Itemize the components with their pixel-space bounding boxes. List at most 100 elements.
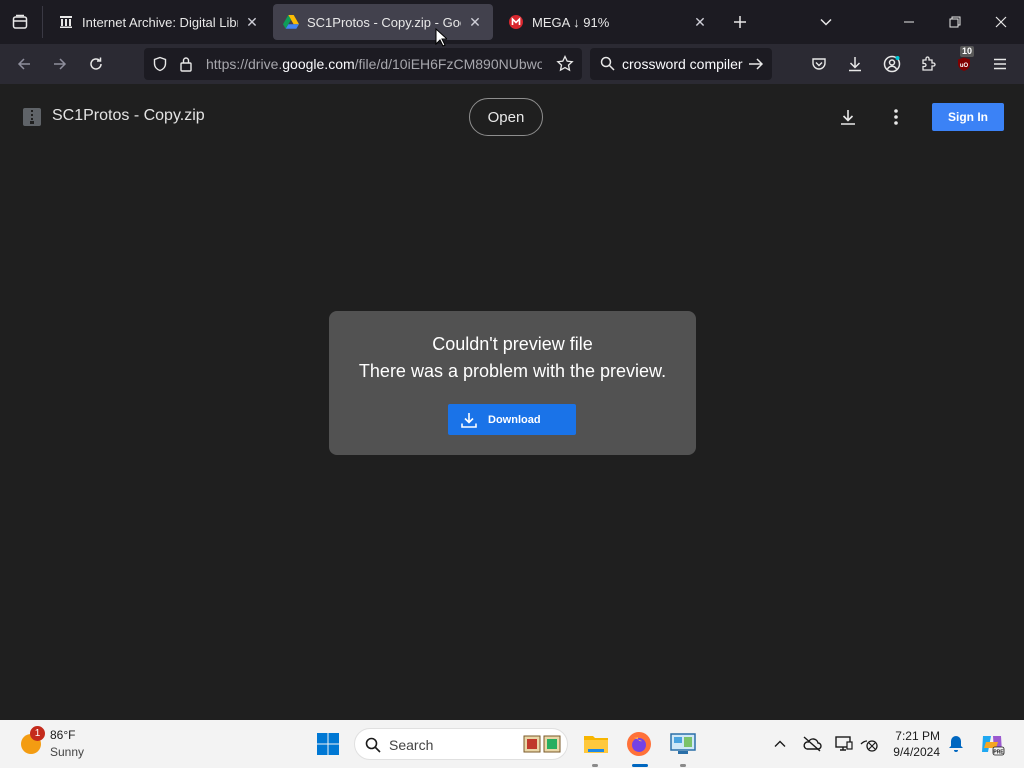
pocket-button[interactable] xyxy=(807,52,831,76)
url-path: /file/d/10iEH6FzCM890NUbwo xyxy=(354,56,542,72)
go-arrow-icon[interactable] xyxy=(748,56,764,77)
taskbar-search[interactable]: Search xyxy=(354,728,568,760)
preview-error-card: Couldn't preview file There was a proble… xyxy=(329,311,696,455)
more-vert-icon xyxy=(894,109,898,125)
windows-taskbar: 1 86°F Sunny Search 7:21 PM 9/4/2024 PRE xyxy=(0,720,1024,768)
notifications-button[interactable] xyxy=(940,728,972,760)
archive-icon xyxy=(58,14,74,30)
bell-icon xyxy=(949,736,963,752)
reload-icon xyxy=(90,57,102,70)
plus-icon xyxy=(734,16,746,28)
search-highlight-icon xyxy=(523,734,563,759)
archive-file-icon xyxy=(22,107,42,132)
search-input[interactable]: crossword compiler xyxy=(622,56,743,72)
restore-button[interactable] xyxy=(932,0,978,44)
firefox-view-icon xyxy=(12,14,28,29)
extensions-button[interactable] xyxy=(916,52,940,76)
downloads-button[interactable] xyxy=(843,52,867,76)
account-icon xyxy=(883,55,901,73)
minimize-button[interactable] xyxy=(886,0,932,44)
url-prefix: https://drive. xyxy=(206,56,283,72)
app-active-indicator xyxy=(632,764,648,767)
svg-text:uO: uO xyxy=(960,63,969,69)
tracking-protection-icon[interactable] xyxy=(152,56,168,77)
sign-in-button[interactable]: Sign In xyxy=(932,103,1004,131)
download-label: Download xyxy=(488,413,541,426)
folder-icon xyxy=(584,736,608,753)
close-window-button[interactable] xyxy=(978,0,1024,44)
arrow-left-icon xyxy=(17,58,30,70)
tab-internet-archive[interactable]: Internet Archive: Digital Library ✕ xyxy=(48,4,270,40)
puzzle-icon xyxy=(922,56,936,71)
network-tray-button[interactable] xyxy=(853,728,885,760)
app-running-indicator xyxy=(592,764,598,767)
cloud-off-icon xyxy=(803,736,822,752)
url-domain: google.com xyxy=(282,56,355,72)
svg-text:PRE: PRE xyxy=(993,750,1004,756)
show-hidden-icons-button[interactable] xyxy=(764,728,796,760)
lock-icon[interactable] xyxy=(179,56,193,77)
ublock-shield-icon: uO xyxy=(958,57,970,71)
firefox-view-button[interactable] xyxy=(6,8,34,36)
extension-badge: 10 xyxy=(960,46,975,57)
back-button[interactable] xyxy=(12,52,36,76)
url-text: https://drive.google.com/file/d/10iEH6Fz… xyxy=(206,56,542,72)
copilot-button[interactable]: PRE xyxy=(976,728,1008,760)
file-name: SC1Protos - Copy.zip xyxy=(52,107,205,124)
tab-separator xyxy=(42,6,43,38)
download-icon xyxy=(460,411,478,429)
close-tab-icon[interactable]: ✕ xyxy=(244,14,260,30)
mega-icon xyxy=(508,14,524,30)
search-bar[interactable]: crossword compiler xyxy=(590,48,772,80)
arrow-right-icon xyxy=(54,58,67,70)
hamburger-menu-icon xyxy=(994,58,1006,70)
open-button[interactable]: Open xyxy=(469,98,543,136)
forward-button[interactable] xyxy=(48,52,72,76)
account-button[interactable] xyxy=(880,52,904,76)
tab-mega[interactable]: MEGA ↓ 91% ✕ xyxy=(498,4,718,40)
taskbar-app[interactable] xyxy=(667,728,699,760)
weather-condition: Sunny xyxy=(50,745,85,759)
weather-badge: 1 xyxy=(30,726,45,741)
close-tab-icon[interactable]: ✕ xyxy=(692,14,708,30)
tab-strip: Internet Archive: Digital Library ✕ SC1P… xyxy=(0,0,1024,44)
app-menu-button[interactable] xyxy=(988,52,1012,76)
error-title: Couldn't preview file xyxy=(432,334,593,354)
start-button[interactable] xyxy=(312,728,344,760)
clock-time: 7:21 PM xyxy=(895,729,940,743)
list-all-tabs-button[interactable] xyxy=(814,10,838,34)
url-bar[interactable]: https://drive.google.com/file/d/10iEH6Fz… xyxy=(144,48,582,80)
onedrive-tray-button[interactable] xyxy=(796,728,828,760)
search-label: Search xyxy=(389,737,434,753)
monitor-icon xyxy=(835,736,853,751)
network-globe-icon xyxy=(860,740,878,752)
download-icon xyxy=(841,110,855,125)
navigation-toolbar: https://drive.google.com/file/d/10iEH6Fz… xyxy=(0,44,1024,84)
download-button[interactable] xyxy=(836,105,860,129)
taskbar-firefox[interactable] xyxy=(623,728,655,760)
new-tab-button[interactable] xyxy=(728,10,752,34)
monitor-app-icon xyxy=(670,733,696,754)
download-file-button[interactable]: Download xyxy=(448,404,576,435)
clock-date: 9/4/2024 xyxy=(893,745,940,759)
close-icon xyxy=(995,16,1007,28)
taskbar-file-explorer[interactable] xyxy=(580,728,612,760)
close-tab-icon[interactable]: ✕ xyxy=(467,14,483,30)
search-icon xyxy=(365,737,381,758)
tab-google-drive[interactable]: SC1Protos - Copy.zip - Google ✕ xyxy=(273,4,493,40)
restore-icon xyxy=(949,16,961,28)
bookmark-star-icon[interactable] xyxy=(556,54,574,78)
chevron-up-icon xyxy=(774,740,786,747)
minimize-icon xyxy=(904,21,914,23)
ublock-extension-button[interactable]: uO 10 xyxy=(952,46,976,76)
google-drive-icon xyxy=(283,14,299,30)
reload-button[interactable] xyxy=(84,52,108,76)
chevron-down-icon xyxy=(820,18,832,26)
more-actions-button[interactable] xyxy=(884,105,908,129)
firefox-icon xyxy=(627,732,651,756)
pocket-icon xyxy=(812,58,826,70)
app-running-indicator xyxy=(680,764,686,767)
error-message: There was a problem with the preview. xyxy=(358,361,667,381)
mouse-cursor-icon xyxy=(435,28,447,47)
download-icon xyxy=(849,57,861,72)
